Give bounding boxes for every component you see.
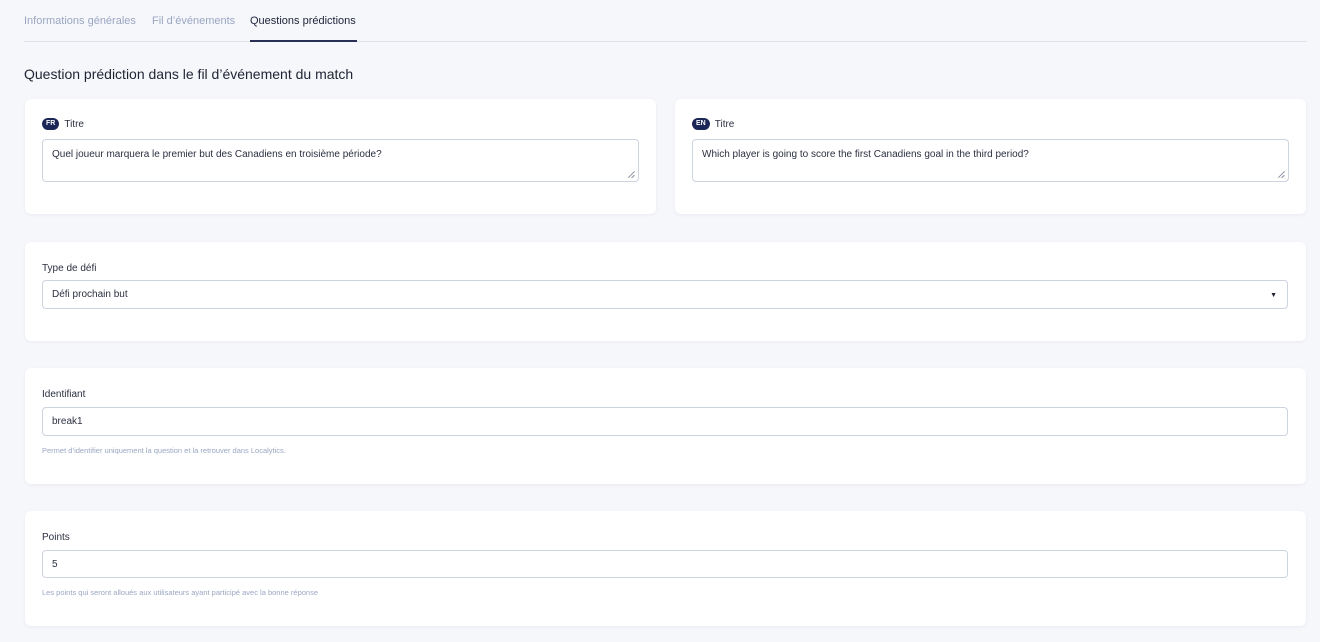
tab-prediction-questions[interactable]: Questions prédictions: [250, 15, 356, 27]
resize-handle-icon[interactable]: [628, 171, 635, 178]
title-fr-label: Titre: [64, 118, 84, 130]
title-fr-card: FR Titre Quel joueur marquera le premier…: [25, 99, 656, 214]
identifier-card: Identifiant break1 Permet d’identifier u…: [25, 368, 1306, 484]
challenge-type-select[interactable]: Défi prochain but ▼: [42, 280, 1288, 309]
language-badge-en: EN: [692, 118, 710, 130]
challenge-type-label: Type de défi: [42, 263, 97, 274]
page-title: Question prédiction dans le fil d’événem…: [24, 66, 354, 82]
tab-event-feed[interactable]: Fil d’événements: [152, 15, 235, 27]
title-en-card: EN Titre Which player is going to score …: [675, 99, 1306, 214]
title-fr-value: Quel joueur marquera le premier but des …: [52, 149, 382, 160]
title-fr-label-group: FR Titre: [42, 118, 84, 130]
points-input[interactable]: 5: [42, 550, 1288, 578]
resize-handle-icon[interactable]: [1278, 171, 1285, 178]
challenge-type-card: Type de défi Défi prochain but ▼: [25, 242, 1306, 341]
identifier-value: break1: [52, 416, 83, 427]
title-en-label: Titre: [714, 118, 735, 130]
identifier-label: Identifiant: [42, 389, 86, 400]
title-en-value: Which player is going to score the first…: [702, 149, 1029, 160]
language-badge-fr: FR: [42, 118, 60, 130]
points-help-text: Les points qui seront alloués aux utilis…: [42, 588, 319, 597]
identifier-input[interactable]: break1: [42, 407, 1288, 436]
tab-general-info[interactable]: Informations générales: [24, 15, 136, 27]
title-fr-textarea[interactable]: Quel joueur marquera le premier but des …: [42, 139, 639, 182]
tab-bar: Informations générales Fil d’événements …: [24, 0, 1307, 42]
caret-down-icon: ▼: [1270, 292, 1277, 299]
active-tab-indicator: [250, 40, 357, 42]
challenge-type-value: Défi prochain but: [52, 289, 128, 300]
points-label: Points: [42, 532, 70, 543]
identifier-help-text: Permet d’identifier uniquement la questi…: [42, 446, 286, 455]
points-card: Points 5 Les points qui seront alloués a…: [25, 511, 1306, 626]
title-en-textarea[interactable]: Which player is going to score the first…: [692, 139, 1289, 182]
points-value: 5: [52, 558, 58, 570]
title-en-label-group: EN Titre: [692, 118, 734, 130]
